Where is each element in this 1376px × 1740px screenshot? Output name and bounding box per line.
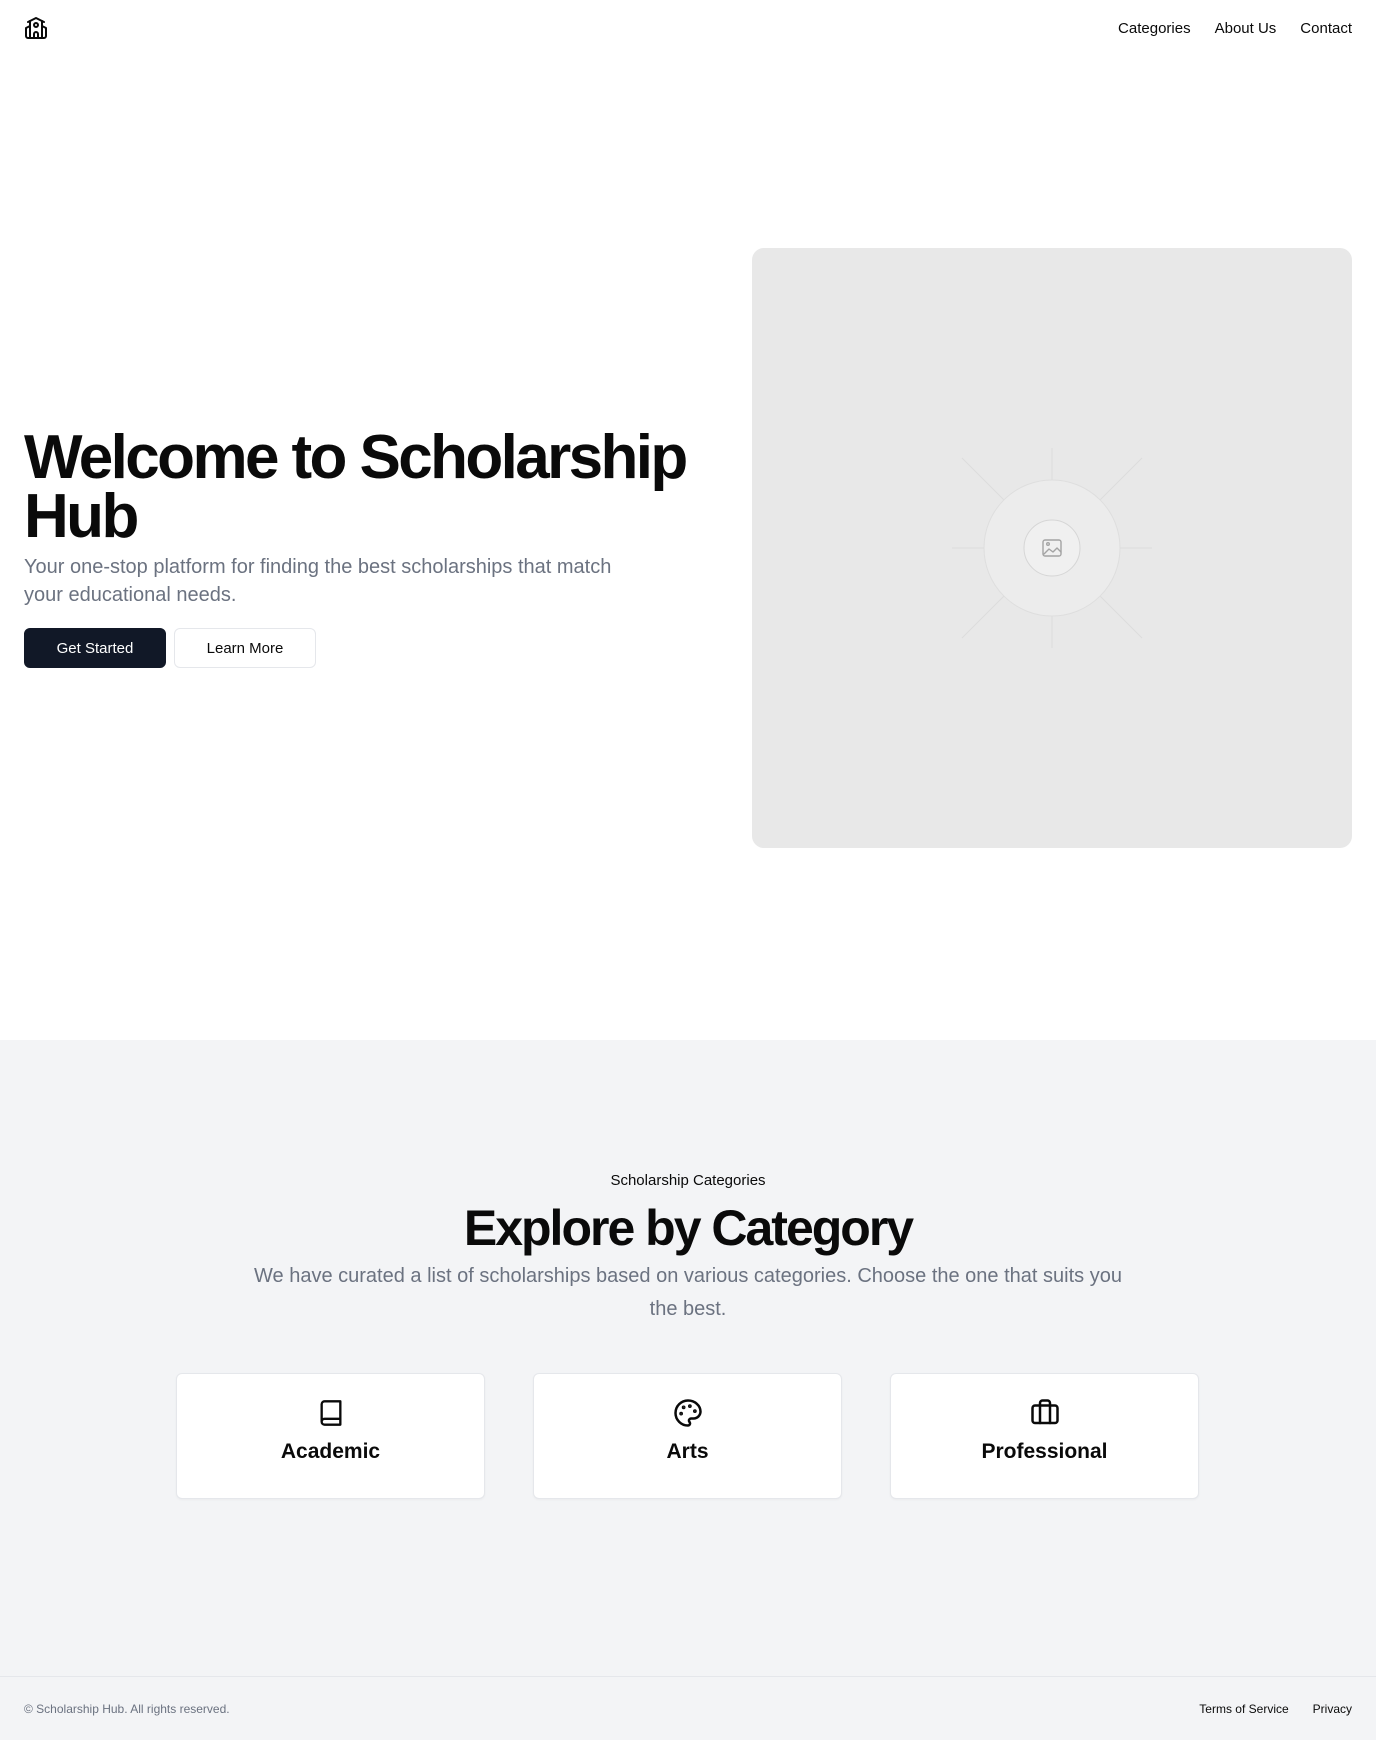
categories-title: Explore by Category xyxy=(463,1200,914,1256)
site-footer: © Scholarship Hub. All rights reserved. … xyxy=(0,1676,1376,1740)
footer-link-privacy[interactable]: Privacy xyxy=(1313,1702,1352,1716)
hero-subtitle: Your one-stop platform for finding the b… xyxy=(24,556,612,606)
category-cards: Academic Arts Professional xyxy=(176,1373,1199,1499)
copyright-text: © Scholarship Hub. All rights reserved. xyxy=(24,1701,230,1716)
categories-section: Scholarship Categories Explore by Catego… xyxy=(0,1040,1376,1676)
nav-link-categories[interactable]: Categories xyxy=(1118,20,1191,37)
nav-link-contact[interactable]: Contact xyxy=(1300,20,1352,37)
site-header: Categories About Us Contact xyxy=(0,0,1376,56)
nav-link-about-us[interactable]: About Us xyxy=(1215,20,1277,37)
category-card-arts[interactable]: Arts xyxy=(533,1373,842,1499)
briefcase-icon xyxy=(1030,1398,1060,1428)
footer-link-terms[interactable]: Terms of Service xyxy=(1199,1702,1288,1716)
learn-more-button[interactable]: Learn More xyxy=(174,628,316,668)
footer-links: Terms of Service Privacy xyxy=(1199,1702,1352,1716)
hero-image-placeholder xyxy=(752,248,1352,848)
hero-buttons: Get Started Learn More xyxy=(24,628,316,668)
category-card-professional[interactable]: Professional xyxy=(890,1373,1199,1499)
image-placeholder-icon xyxy=(952,448,1152,648)
hero-title: Welcome to Scholarship Hub xyxy=(24,423,688,551)
category-label: Arts xyxy=(666,1440,709,1463)
categories-eyebrow: Scholarship Categories xyxy=(610,1172,766,1189)
palette-icon xyxy=(673,1398,703,1428)
category-label: Professional xyxy=(981,1440,1108,1463)
category-label: Academic xyxy=(280,1440,381,1463)
categories-subtitle: We have curated a list of scholarships b… xyxy=(254,1265,1122,1320)
main-nav: Categories About Us Contact xyxy=(1118,20,1352,37)
category-card-academic[interactable]: Academic xyxy=(176,1373,485,1499)
get-started-button[interactable]: Get Started xyxy=(24,628,166,668)
school-building-icon[interactable] xyxy=(24,16,48,40)
hero-text: Welcome to Scholarship Hub Your one-stop… xyxy=(24,423,704,609)
book-icon xyxy=(316,1398,346,1428)
